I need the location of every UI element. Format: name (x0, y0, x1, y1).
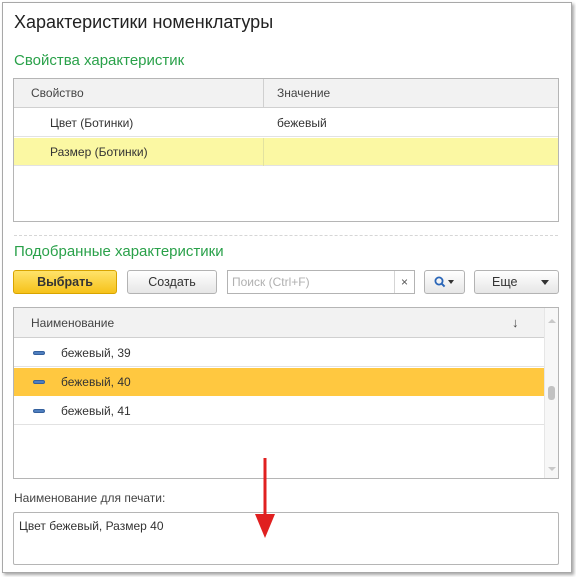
properties-table[interactable]: Свойство Значение Цвет (Ботинки) бежевый… (13, 78, 559, 222)
properties-section-title: Свойства характеристик (14, 52, 185, 69)
item-name: бежевый, 41 (61, 404, 131, 418)
list-item[interactable]: бежевый, 41 (14, 397, 544, 425)
list-scrollbar[interactable] (544, 308, 558, 478)
magnifier-icon (434, 276, 454, 288)
cell-divider (263, 138, 264, 166)
create-button[interactable]: Создать (127, 270, 217, 294)
red-arrow-annotation (255, 458, 275, 538)
characteristics-list[interactable]: Наименование ↓ бежевый, 39 бежевый, 40 б… (13, 307, 559, 479)
sort-down-icon[interactable]: ↓ (512, 308, 519, 338)
item-name: бежевый, 40 (61, 375, 131, 389)
column-header-name[interactable]: Наименование (31, 308, 114, 338)
more-label: Еще (492, 275, 518, 289)
selected-section-title: Подобранные характеристики (14, 243, 224, 260)
search-placeholder: Поиск (Ctrl+F) (232, 275, 310, 289)
scroll-down-icon[interactable] (545, 465, 559, 473)
search-field[interactable]: Поиск (Ctrl+F) × (227, 270, 415, 294)
more-button[interactable]: Еще (474, 270, 559, 294)
item-marker-icon (33, 351, 45, 355)
property-value[interactable]: бежевый (277, 109, 327, 137)
item-marker-icon (33, 380, 45, 384)
properties-table-header: Свойство Значение (14, 79, 558, 108)
print-name-field[interactable]: Цвет бежевый, Размер 40 (13, 512, 559, 565)
search-options-button[interactable] (424, 270, 465, 294)
property-row[interactable]: Цвет (Ботинки) бежевый (14, 109, 558, 137)
list-item[interactable]: бежевый, 39 (14, 339, 544, 367)
list-item-selected[interactable]: бежевый, 40 (14, 368, 544, 396)
column-header-value[interactable]: Значение (277, 79, 330, 108)
column-header-property[interactable]: Свойство (31, 79, 84, 108)
select-button[interactable]: Выбрать (13, 270, 117, 294)
item-marker-icon (33, 409, 45, 413)
scroll-up-icon[interactable] (545, 317, 559, 325)
section-separator (14, 235, 558, 236)
window-title: Характеристики номенклатуры (14, 12, 274, 32)
scrollbar-thumb[interactable] (548, 386, 555, 400)
clear-search-icon[interactable]: × (394, 271, 414, 293)
chevron-down-icon (541, 280, 549, 285)
list-header: Наименование ↓ (14, 308, 558, 338)
item-name: бежевый, 39 (61, 346, 131, 360)
print-name-label: Наименование для печати: (14, 491, 166, 505)
property-name: Цвет (Ботинки) (50, 116, 134, 130)
characteristics-window: Характеристики номенклатуры Свойства хар… (2, 2, 572, 573)
property-row-active[interactable]: Размер (Ботинки) (14, 138, 558, 166)
property-name: Размер (Ботинки) (50, 145, 148, 159)
column-divider (263, 79, 264, 108)
